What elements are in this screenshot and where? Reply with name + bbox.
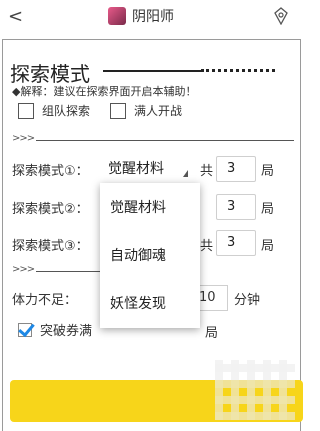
team-explore-option[interactable]: 组队探索 — [18, 102, 90, 119]
mode-2-count-suffix: 局 — [261, 202, 275, 217]
mode-3-count-input[interactable]: 3 — [216, 230, 256, 256]
back-icon[interactable]: < — [8, 6, 23, 27]
title-rule — [103, 70, 201, 72]
separator-line — [36, 140, 294, 141]
stamina-unit: 分钟 — [234, 293, 261, 308]
ticket-label: 突破券满 — [40, 324, 93, 339]
rune-icon[interactable] — [273, 7, 289, 29]
dropdown-option[interactable]: 觉醒材料 — [100, 183, 200, 231]
ticket-checkbox[interactable] — [18, 322, 32, 337]
page-title: 阴阳师 — [132, 9, 174, 25]
mode-1-count-suffix: 局 — [261, 164, 275, 179]
mode-dropdown-menu: 觉醒材料 自动御魂 妖怪发现 — [100, 183, 200, 328]
watermark — [215, 360, 295, 420]
dropdown-option[interactable]: 妖怪发现 — [100, 279, 200, 327]
mode-1-label: 探索模式①： — [12, 164, 89, 179]
separator-arrows-2: >>> — [12, 264, 35, 275]
mode-1-count-input[interactable]: 3 — [216, 156, 256, 182]
dropdown-option[interactable]: 自动御魂 — [100, 231, 200, 279]
hint-text: ◆解释：建议在探索界面开启本辅助！ — [12, 85, 197, 98]
dropdown-triangle-icon[interactable] — [183, 170, 188, 177]
team-explore-checkbox[interactable] — [18, 102, 34, 119]
team-explore-label: 组队探索 — [42, 104, 91, 118]
mode-1-count-prefix: 共 — [200, 164, 214, 179]
full-start-label: 满人开战 — [134, 104, 183, 118]
mode-1-select[interactable]: 觉醒材料 — [108, 158, 164, 178]
mode-3-count-suffix: 局 — [261, 239, 275, 254]
app-avatar — [108, 7, 126, 25]
mode-2-count-input[interactable]: 3 — [216, 194, 256, 220]
ticket-count-suffix: 局 — [205, 326, 219, 341]
mode-3-label: 探索模式③： — [12, 239, 89, 254]
title-rule-dotted — [201, 69, 275, 72]
stamina-label: 体力不足： — [12, 293, 78, 308]
full-start-checkbox[interactable] — [110, 102, 126, 119]
top-bar: < 阴阳师 — [0, 0, 303, 36]
mode-2-label: 探索模式②： — [12, 202, 89, 217]
mode-3-count-prefix: 共 — [200, 239, 214, 254]
ticket-option[interactable]: 突破券满 — [18, 320, 92, 339]
app-title-group: 阴阳师 — [108, 6, 174, 26]
separator-arrows: >>> — [12, 133, 35, 144]
separator-line-2 — [36, 271, 100, 272]
full-start-option[interactable]: 满人开战 — [110, 102, 182, 119]
